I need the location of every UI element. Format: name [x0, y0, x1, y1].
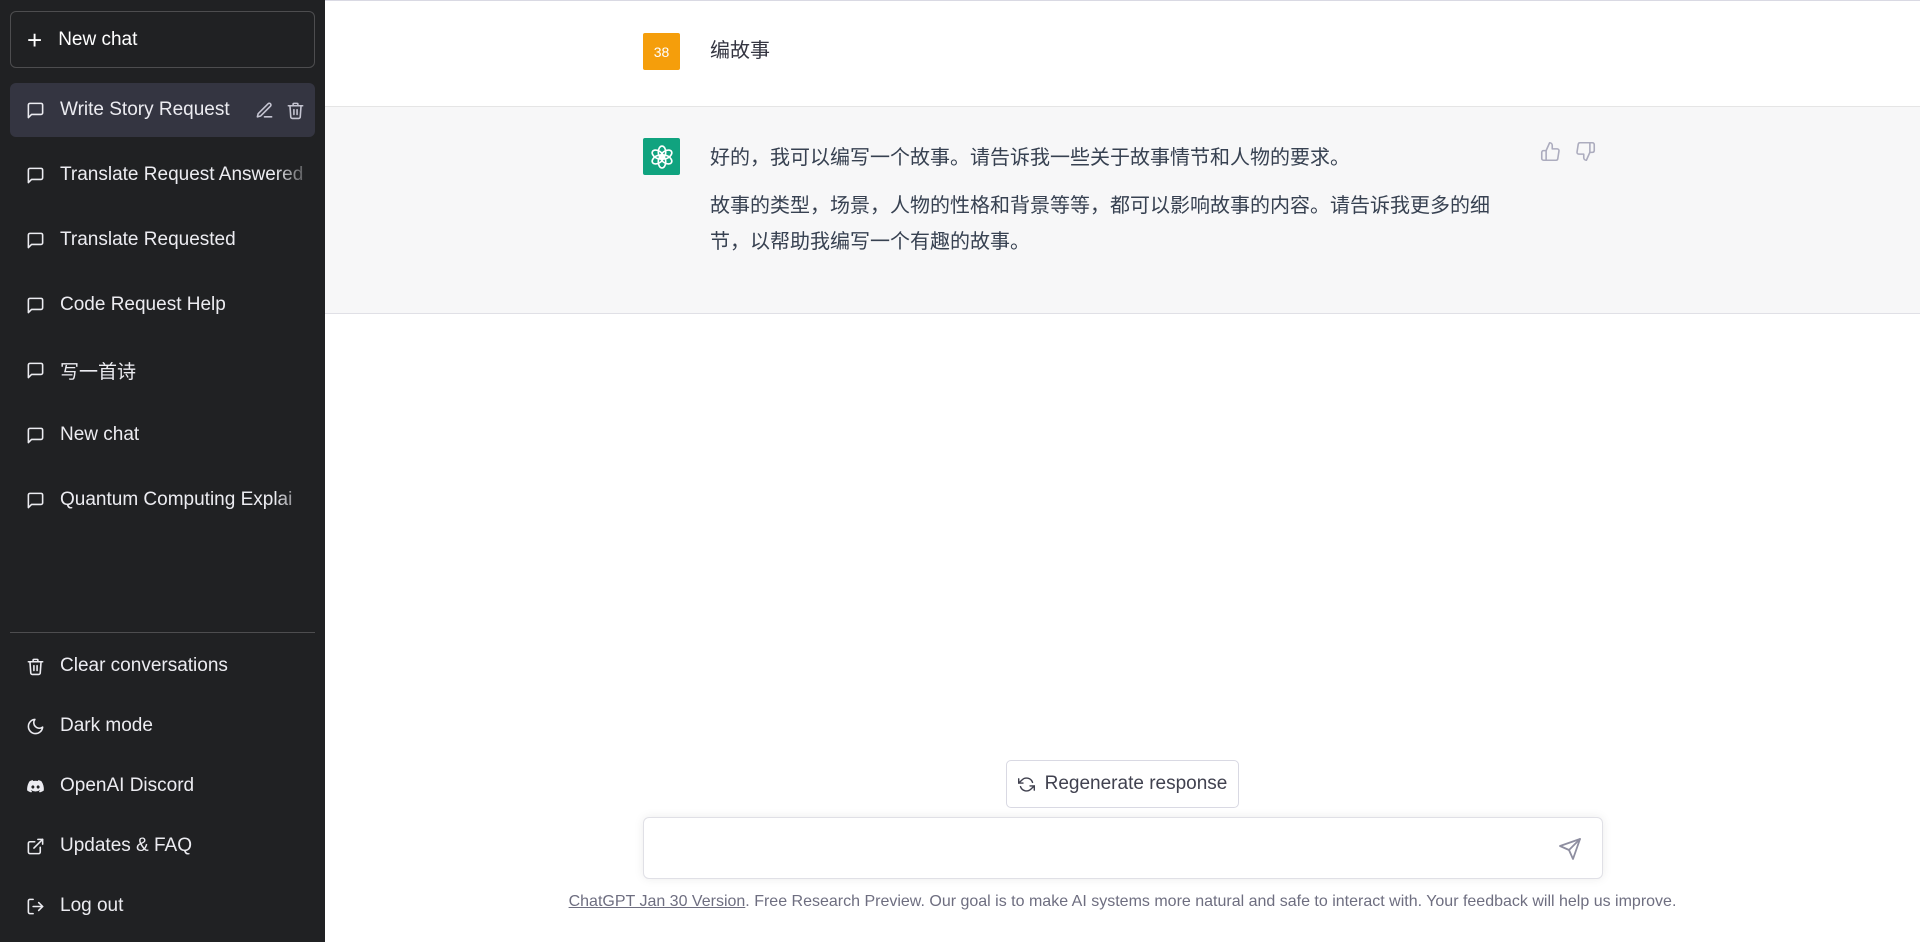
user-message: 38 编故事 — [325, 1, 1920, 107]
chat-bubble-icon — [27, 492, 44, 508]
user-message-text: 编故事 — [710, 40, 770, 62]
refresh-icon — [1017, 776, 1035, 792]
main-chat-area: 38 编故事 好的，我可以编写一个故事。请告诉我一些关于故事情节和人物的要求。 … — [325, 0, 1920, 942]
chat-item-label: New chat — [60, 424, 140, 445]
menu-item-label: Updates & FAQ — [60, 835, 193, 856]
assistant-avatar — [643, 138, 680, 175]
chat-item-label: Quantum Computing Explai — [60, 489, 293, 510]
chat-bubble-icon — [27, 167, 44, 183]
chat-item-translate-request-answered[interactable]: Translate Request Answered — [10, 148, 315, 202]
assistant-message: 好的，我可以编写一个故事。请告诉我一些关于故事情节和人物的要求。 故事的类型，场… — [325, 107, 1920, 314]
thumbs-up-icon[interactable] — [1540, 141, 1561, 162]
chat-item-code-request-help[interactable]: Code Request Help — [10, 278, 315, 332]
regenerate-label: Regenerate response — [1044, 773, 1228, 794]
message-composer — [643, 817, 1603, 879]
user-avatar: 38 — [643, 33, 680, 70]
chat-item-label: 写一首诗 — [60, 361, 137, 383]
footer-text: . Free Research Preview. Our goal is to … — [745, 893, 1677, 910]
chat-item-write-poem[interactable]: 写一首诗 — [10, 343, 315, 397]
chat-history-list: Write Story Request Translate Request An… — [10, 83, 315, 538]
menu-item-label: Log out — [60, 895, 124, 916]
dark-mode-button[interactable]: Dark mode — [10, 696, 315, 756]
assistant-paragraph: 好的，我可以编写一个故事。请告诉我一些关于故事情节和人物的要求。 — [710, 147, 1350, 169]
new-chat-label: New chat — [58, 28, 138, 50]
chat-bubble-icon — [27, 362, 44, 378]
version-link[interactable]: ChatGPT Jan 30 Version — [569, 893, 746, 910]
discord-icon — [27, 779, 44, 793]
send-icon[interactable] — [1558, 837, 1582, 861]
text-fade-overlay — [275, 473, 315, 527]
new-chat-button[interactable]: + New chat — [10, 11, 315, 68]
chat-item-quantum-computing[interactable]: Quantum Computing Explai — [10, 473, 315, 527]
edit-pencil-icon[interactable] — [255, 101, 274, 120]
chat-bubble-icon — [27, 297, 44, 313]
sidebar-bottom-menu: Clear conversations Dark mode OpenAI Dis… — [10, 636, 315, 936]
logout-icon — [27, 898, 44, 914]
chat-item-label: Code Request Help — [60, 294, 226, 315]
sidebar-divider — [10, 632, 315, 633]
openai-discord-link[interactable]: OpenAI Discord — [10, 756, 315, 816]
chat-item-new-chat[interactable]: New chat — [10, 408, 315, 462]
feedback-buttons — [1540, 141, 1596, 162]
clear-conversations-button[interactable]: Clear conversations — [10, 636, 315, 696]
chat-item-translate-requested[interactable]: Translate Requested — [10, 213, 315, 267]
text-fade-overlay — [275, 148, 315, 202]
chat-item-write-story-request[interactable]: Write Story Request — [10, 83, 315, 137]
chat-item-label: Write Story Request — [60, 99, 230, 120]
chat-item-label: Translate Requested — [60, 229, 236, 250]
chat-bubble-icon — [27, 102, 44, 118]
delete-trash-icon[interactable] — [286, 101, 305, 120]
chat-item-actions — [255, 83, 305, 137]
assistant-paragraph: 故事的类型，场景，人物的性格和背景等等，都可以影响故事的内容。请告诉我更多的细节… — [710, 195, 1490, 253]
menu-item-label: Dark mode — [60, 715, 153, 736]
menu-item-label: Clear conversations — [60, 655, 228, 676]
chat-item-label: Translate Request Answered — [60, 164, 304, 185]
regenerate-response-button[interactable]: Regenerate response — [1006, 760, 1239, 808]
chat-bubble-icon — [27, 232, 44, 248]
sidebar: + New chat Write Story Request Translate… — [0, 0, 325, 942]
moon-icon — [27, 718, 44, 734]
updates-faq-link[interactable]: Updates & FAQ — [10, 816, 315, 876]
message-input[interactable] — [660, 832, 1540, 866]
chat-bubble-icon — [27, 427, 44, 443]
plus-icon: + — [27, 24, 43, 55]
log-out-button[interactable]: Log out — [10, 876, 315, 936]
external-link-icon — [27, 838, 44, 854]
thumbs-down-icon[interactable] — [1575, 141, 1596, 162]
menu-item-label: OpenAI Discord — [60, 775, 195, 796]
trash-icon — [27, 658, 44, 675]
openai-logo-icon — [650, 144, 673, 169]
assistant-message-text: 好的，我可以编写一个故事。请告诉我一些关于故事情节和人物的要求。 故事的类型，场… — [710, 140, 1510, 272]
footer-disclaimer: ChatGPT Jan 30 Version. Free Research Pr… — [325, 893, 1920, 911]
